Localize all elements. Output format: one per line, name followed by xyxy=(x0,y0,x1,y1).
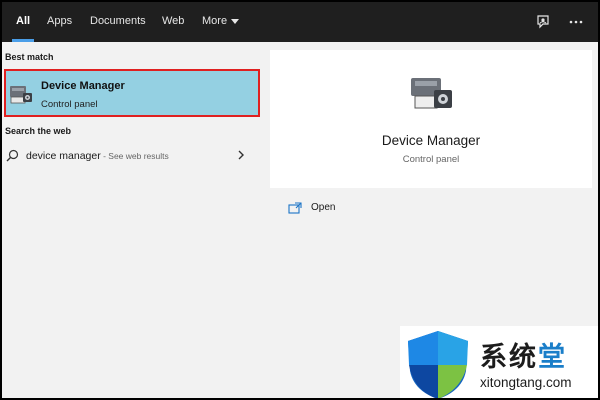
watermark-chinese-main: 系统 xyxy=(480,342,538,373)
device-manager-icon xyxy=(10,86,32,104)
best-match-subtitle: Control panel xyxy=(41,99,98,110)
chevron-right-icon[interactable] xyxy=(236,149,246,161)
results-panel: Best match Device Manager Control panel … xyxy=(2,42,264,398)
search-tab-bar: All Apps Documents Web More xyxy=(2,2,598,42)
open-action-label: Open xyxy=(311,202,336,213)
open-action[interactable]: Open xyxy=(270,195,592,223)
web-search-query: device manager - See web results xyxy=(26,150,169,162)
preview-card: Device Manager Control panel xyxy=(270,50,592,188)
watermark-chinese-accent: 堂 xyxy=(538,342,567,373)
chevron-down-icon xyxy=(231,18,240,24)
device-manager-large-icon xyxy=(411,78,452,109)
open-icon xyxy=(288,202,302,214)
web-search-hint: - See web results xyxy=(100,151,169,161)
preview-title: Device Manager xyxy=(381,133,481,148)
web-search-result[interactable]: device manager - See web results xyxy=(2,144,260,168)
preview-subtitle: Control panel xyxy=(402,154,460,165)
tab-apps[interactable]: Apps xyxy=(47,2,72,42)
tab-more-label: More xyxy=(202,15,228,27)
tab-documents[interactable]: Documents xyxy=(90,2,146,42)
tab-all[interactable]: All xyxy=(11,2,35,42)
watermark-url: xitongtang.com xyxy=(480,375,572,390)
shield-logo-icon xyxy=(408,331,468,398)
feedback-icon[interactable] xyxy=(534,13,552,31)
search-web-heading: Search the web xyxy=(5,126,72,136)
tab-more[interactable]: More xyxy=(202,2,240,42)
search-icon xyxy=(6,149,19,162)
tab-web[interactable]: Web xyxy=(162,2,184,42)
ellipsis-icon[interactable] xyxy=(567,13,585,31)
search-window: All Apps Documents Web More Best match D… xyxy=(2,2,598,398)
best-match-heading: Best match xyxy=(5,52,54,62)
best-match-result[interactable]: Device Manager Control panel xyxy=(4,69,260,117)
web-search-query-text: device manager xyxy=(26,150,101,162)
watermark-chinese-text: 系统堂 xyxy=(480,335,567,374)
best-match-title: Device Manager xyxy=(41,80,125,92)
site-watermark: 系统堂 xitongtang.com xyxy=(400,326,598,398)
